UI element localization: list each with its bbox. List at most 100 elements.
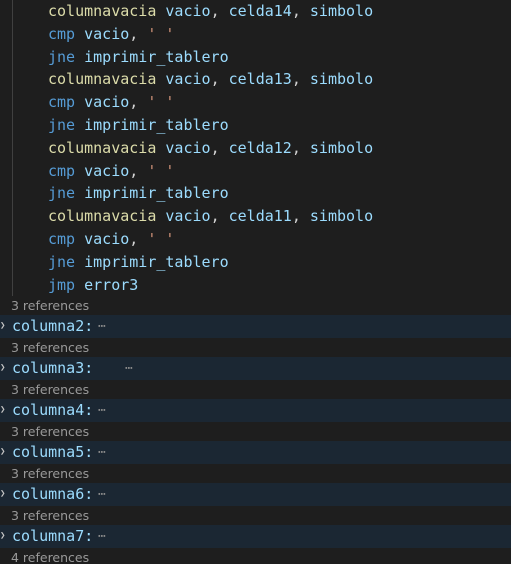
codelens-references[interactable]: 3 references: [0, 380, 511, 399]
folded-ellipsis-icon[interactable]: ⋯: [98, 441, 107, 464]
code-token: columnavacia: [48, 2, 157, 20]
code-token: ' ': [147, 229, 175, 248]
code-token: simbolo: [309, 207, 374, 226]
code-token: ,: [210, 207, 229, 226]
code-token: imprimir_tablero: [84, 47, 229, 66]
code-token: ,: [129, 229, 148, 248]
code-token: ,: [129, 93, 148, 112]
code-line[interactable]: jne imprimir_tablero: [0, 182, 511, 205]
code-token: vacio: [165, 207, 211, 226]
code-token: ,: [291, 70, 310, 89]
code-token: celda12: [228, 138, 292, 157]
code-token: ,: [210, 2, 229, 20]
code-line[interactable]: jne imprimir_tablero: [0, 251, 511, 274]
code-token: jne: [48, 47, 76, 66]
code-token: cmp: [48, 93, 76, 112]
code-token: ,: [291, 2, 310, 20]
code-token: vacio: [84, 24, 130, 43]
code-token: ' ': [147, 24, 175, 43]
code-token: ,: [291, 207, 310, 226]
folded-ellipsis-icon[interactable]: ⋯: [98, 483, 107, 506]
code-token: celda13: [228, 70, 292, 89]
code-token: ' ': [147, 161, 175, 180]
folded-label-row[interactable]: ❯ columna4: ⋯: [0, 399, 511, 423]
code-token: ' ': [147, 93, 175, 112]
code-token: vacio: [84, 229, 130, 248]
codelens-references[interactable]: 3 references: [0, 296, 511, 315]
codelens-references[interactable]: 3 references: [0, 506, 511, 525]
code-token: jne: [48, 115, 76, 134]
code-line[interactable]: columnavacia vacio, celda12, simbolo: [0, 137, 511, 160]
code-lines: columnavacia vacio, celda14, simbolo cmp …: [0, 0, 511, 296]
code-token: ,: [210, 70, 229, 89]
code-line[interactable]: columnavacia vacio, celda14, simbolo: [0, 0, 511, 23]
folded-label-row[interactable]: ❯ columna6: ⋯: [0, 483, 511, 507]
code-token: imprimir_tablero: [84, 115, 229, 134]
folded-ellipsis-icon[interactable]: ⋯: [125, 357, 134, 380]
code-line[interactable]: jmp error3: [0, 274, 511, 297]
chevron-right-icon[interactable]: ❯: [0, 399, 9, 422]
chevron-right-icon[interactable]: ❯: [0, 525, 9, 548]
code-line[interactable]: cmp vacio, ' ': [0, 228, 511, 251]
codelens-references[interactable]: 4 references: [0, 548, 511, 564]
code-token: simbolo: [309, 2, 374, 20]
folded-label-row[interactable]: ❯ columna5: ⋯: [0, 441, 511, 465]
label-name: columna5:: [12, 443, 94, 462]
chevron-right-icon[interactable]: ❯: [0, 441, 9, 464]
code-line[interactable]: cmp vacio, ' ': [0, 23, 511, 46]
code-token: vacio: [165, 2, 211, 20]
code-token: celda11: [228, 207, 292, 226]
code-line[interactable]: jne imprimir_tablero: [0, 46, 511, 69]
codelens-references[interactable]: 3 references: [0, 464, 511, 483]
code-editor[interactable]: columnavacia vacio, celda14, simbolo cmp …: [0, 0, 511, 564]
chevron-right-icon[interactable]: ❯: [0, 315, 9, 338]
code-line[interactable]: cmp vacio, ' ': [0, 160, 511, 183]
label-name: columna4:: [12, 401, 94, 420]
folded-regions: 3 references ❯ columna2: ⋯ 3 references ❯ colu…: [0, 296, 511, 564]
codelens-references[interactable]: 3 references: [0, 422, 511, 441]
label-name: columna6:: [12, 485, 94, 504]
code-token: jne: [48, 252, 76, 271]
code-token: ,: [129, 161, 148, 180]
folded-ellipsis-icon[interactable]: ⋯: [98, 525, 107, 548]
code-token: simbolo: [309, 138, 374, 157]
chevron-right-icon[interactable]: ❯: [0, 483, 9, 506]
label-name: columna2:: [12, 317, 94, 336]
label-name: columna3:: [12, 359, 94, 378]
indent-guide: [12, 0, 13, 296]
code-token: celda14: [228, 2, 292, 20]
code-token: vacio: [84, 161, 130, 180]
code-token: ,: [291, 138, 310, 157]
code-line[interactable]: columnavacia vacio, celda13, simbolo: [0, 68, 511, 91]
code-token: columnavacia: [48, 138, 157, 157]
code-token: error3: [84, 275, 139, 294]
code-line[interactable]: jne imprimir_tablero: [0, 114, 511, 137]
code-token: ,: [210, 138, 229, 157]
code-token: columnavacia: [48, 70, 157, 89]
code-token: cmp: [48, 161, 76, 180]
code-line[interactable]: cmp vacio, ' ': [0, 91, 511, 114]
code-token: cmp: [48, 229, 76, 248]
folded-label-row[interactable]: ❯ columna3: ⋯: [0, 357, 511, 381]
code-token: simbolo: [309, 70, 374, 89]
folded-ellipsis-icon[interactable]: ⋯: [98, 315, 107, 338]
codelens-references[interactable]: 3 references: [0, 338, 511, 357]
folded-label-row[interactable]: ❯ columna7: ⋯: [0, 525, 511, 549]
folded-label-row[interactable]: ❯ columna2: ⋯: [0, 315, 511, 339]
code-token: imprimir_tablero: [84, 184, 229, 203]
code-token: cmp: [48, 24, 76, 43]
code-line[interactable]: columnavacia vacio, celda11, simbolo: [0, 205, 511, 228]
folded-ellipsis-icon[interactable]: ⋯: [98, 399, 107, 422]
chevron-right-icon[interactable]: ❯: [0, 357, 9, 380]
code-token: vacio: [84, 93, 130, 112]
code-token: jmp: [48, 275, 76, 294]
